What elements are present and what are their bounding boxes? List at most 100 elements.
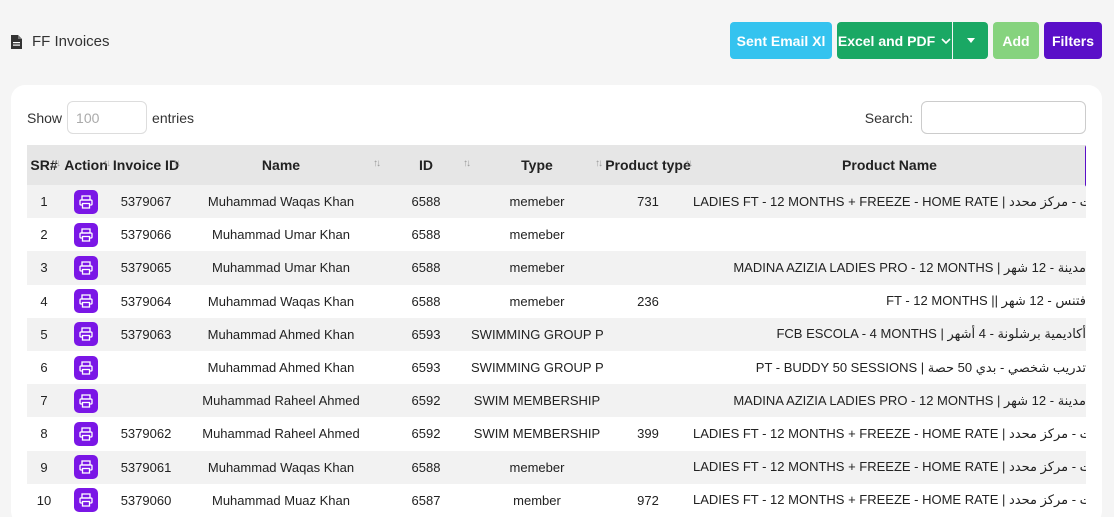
action-cell (61, 483, 111, 517)
product-name-cell: LADIES FT - 12 MONTHS + FREEZE - HOME RA… (693, 483, 1086, 517)
column-header-product-type[interactable]: Product type ↑↓ (603, 145, 693, 185)
horizontal-scrollbar[interactable] (1085, 145, 1086, 187)
action-cell (61, 284, 111, 318)
invoice-id-text: 5379066 (120, 227, 172, 243)
type-text: SWIMMING GROUP PT (471, 360, 603, 376)
product-type-text: 236 (637, 293, 659, 309)
id-text: 6588 (411, 293, 441, 309)
id-text: 6593 (411, 326, 441, 342)
invoice-id-cell: 5379063 (111, 317, 181, 351)
id-text: 6592 (411, 393, 441, 409)
product-name-text: LADIES FT - 12 MONTHS + FREEZE - HOME RA… (693, 459, 1086, 475)
invoice-id-cell: 5379061 (111, 450, 181, 484)
sr-cell: 3 (27, 251, 61, 285)
print-button[interactable] (74, 488, 98, 513)
print-button[interactable] (74, 222, 98, 247)
sort-icon[interactable]: ↑↓ (53, 158, 61, 169)
name-cell: Muhammad Waqas Khan (181, 284, 381, 318)
sr-cell: 1 (27, 185, 61, 219)
column-header-id[interactable]: ID ↑↓ (381, 145, 471, 185)
invoice-id-cell: 5379066 (111, 218, 181, 252)
excel-pdf-button[interactable]: Excel and PDF (837, 22, 952, 59)
sr-cell: 6 (27, 350, 61, 385)
sort-icon[interactable]: ↑↓ (103, 158, 111, 169)
product-name-text: MADINA AZIZIA LADIES PRO - 12 MONTHS | م… (733, 259, 1086, 275)
print-button[interactable] (74, 455, 98, 480)
action-cell (61, 317, 111, 351)
column-header-invoice-id[interactable]: Invoice ID ↑↓ (111, 145, 181, 185)
action-cell (61, 384, 111, 418)
product-name-text: MADINA AZIZIA LADIES PRO - 12 MONTHS | م… (733, 392, 1086, 408)
sort-icon[interactable]: ↑↓ (463, 158, 471, 169)
type-cell: SWIM MEMBERSHIP (471, 384, 603, 418)
column-header-label: Name (261, 157, 301, 173)
invoice-id-cell: 5379065 (111, 251, 181, 285)
search-input[interactable] (921, 101, 1086, 134)
printer-icon (79, 460, 93, 474)
table-row: 4 5379064 Muhammad Waqas Khan 6588 memeber 23… (27, 284, 1086, 318)
invoice-id-text: 5379062 (120, 426, 172, 442)
sr-text: 9 (40, 459, 48, 475)
column-header-product-name[interactable]: Product Name (693, 145, 1086, 185)
excel-dropdown-toggle[interactable] (953, 22, 988, 59)
table-row: 1 5379067 Muhammad Waqas Khan 6588 memeber 73… (27, 185, 1086, 219)
document-icon (11, 34, 22, 49)
type-cell: SWIMMING GROUP PT (471, 317, 603, 351)
invoice-id-text: 5379060 (120, 492, 172, 508)
name-text: Muhammad Raheel Ahmed (202, 393, 360, 409)
action-cell (61, 218, 111, 252)
column-header-type[interactable]: Type ↑↓ (471, 145, 603, 185)
sort-icon[interactable]: ↑↓ (173, 158, 181, 169)
column-header-label: ID (419, 157, 433, 173)
print-button[interactable] (74, 289, 98, 314)
filters-button[interactable]: Filters (1044, 22, 1102, 59)
sr-cell: 4 (27, 284, 61, 318)
product-type-text: 399 (637, 426, 659, 442)
column-header-action[interactable]: Action ↑↓ (61, 145, 111, 185)
sort-icon[interactable]: ↑↓ (595, 158, 603, 169)
print-button[interactable] (74, 189, 98, 214)
sr-cell: 10 (27, 483, 61, 517)
sr-cell: 8 (27, 417, 61, 451)
product-name-cell: LADIES FT - 12 MONTHS + FREEZE - HOME RA… (693, 185, 1086, 219)
id-cell: 6587 (381, 483, 471, 517)
sr-text: 10 (36, 492, 52, 508)
sort-icon[interactable]: ↑↓ (373, 158, 381, 169)
sr-cell: 5 (27, 317, 61, 351)
name-text: Muhammad Waqas Khan (207, 194, 355, 210)
printer-icon (79, 394, 93, 408)
product-name-text: LADIES FT - 12 MONTHS + FREEZE - HOME RA… (693, 193, 1086, 209)
product-type-cell: 972 (603, 483, 693, 517)
type-text: SWIM MEMBERSHIP (473, 393, 601, 409)
product-name-text: LADIES FT - 12 MONTHS + FREEZE - HOME RA… (693, 492, 1086, 508)
name-cell: Muhammad Ahmed Khan (181, 350, 381, 385)
product-name-cell: LADIES FT - 12 MONTHS + FREEZE - HOME RA… (693, 417, 1086, 451)
print-button[interactable] (74, 388, 98, 413)
column-header-label: Action (64, 157, 108, 173)
invoice-id-text: 5379065 (120, 260, 172, 276)
id-cell: 6593 (381, 317, 471, 351)
product-type-cell (603, 384, 693, 418)
print-button[interactable] (74, 255, 98, 280)
name-text: Muhammad Muaz Khan (211, 492, 350, 508)
product-type-cell (603, 218, 693, 252)
print-button[interactable] (74, 322, 98, 347)
name-text: Muhammad Ahmed Khan (207, 360, 355, 376)
add-button[interactable]: Add (993, 22, 1039, 59)
column-header-label: Product Name (842, 157, 937, 173)
type-cell: memeber (471, 185, 603, 219)
show-entries: Show 100 entries (27, 101, 194, 134)
sort-icon[interactable]: ↑↓ (685, 158, 693, 169)
print-button[interactable] (74, 421, 98, 446)
name-cell: Muhammad Waqas Khan (181, 185, 381, 219)
column-header-name[interactable]: Name ↑↓ (181, 145, 381, 185)
type-cell: memeber (471, 218, 603, 252)
send-email-button[interactable]: Sent Email Xl (730, 22, 832, 59)
column-header-sr[interactable]: SR# ↑↓ (27, 145, 61, 185)
entries-input[interactable]: 100 (67, 101, 148, 134)
print-button[interactable] (74, 355, 98, 380)
product-name-text: PT - BUDDY 50 SESSIONS | تدريب شخصي - بد… (755, 359, 1086, 375)
table-container: SR# ↑↓ Action ↑↓ Invoice ID ↑↓ Name ↑↓ ID ↑↓ Type ↑… (27, 145, 1086, 517)
table-row: 9 5379061 Muhammad Waqas Khan 6588 memeber LA… (27, 450, 1086, 484)
name-cell: Muhammad Umar Khan (181, 251, 381, 285)
